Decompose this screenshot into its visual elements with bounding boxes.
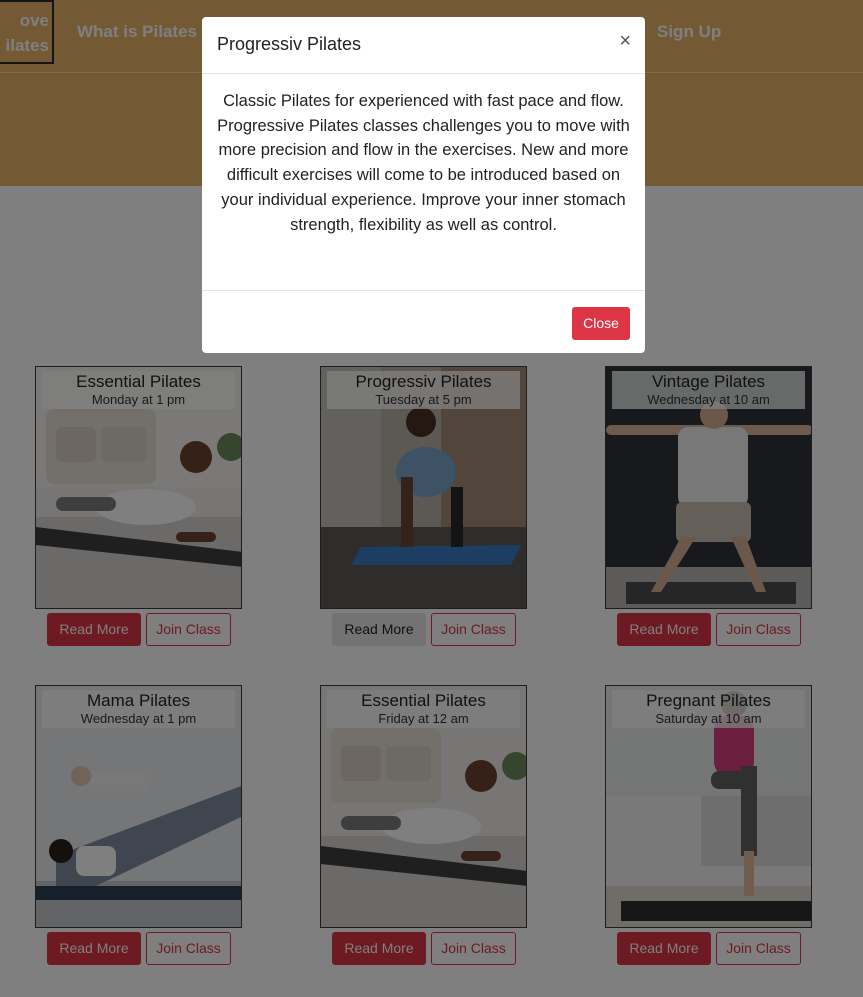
modal-footer: Close <box>202 290 645 354</box>
modal-title: Progressiv Pilates <box>217 34 362 54</box>
close-button[interactable]: Close <box>572 307 630 340</box>
modal-body-text: Classic Pilates for experienced with fas… <box>217 92 630 234</box>
close-icon[interactable]: × <box>619 30 631 53</box>
class-details-modal: Progressiv Pilates × Classic Pilates for… <box>202 17 645 353</box>
modal-header: Progressiv Pilates × <box>202 17 645 74</box>
